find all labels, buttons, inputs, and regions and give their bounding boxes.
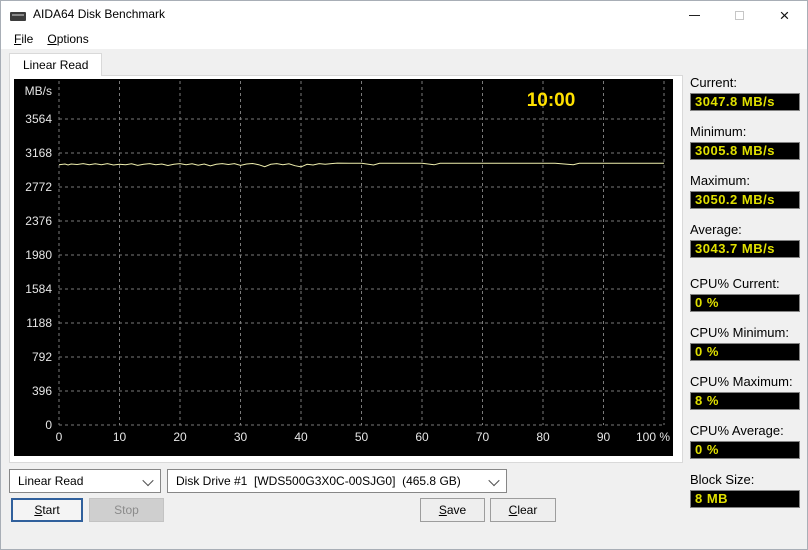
stat-value: 3047.8 MB/s xyxy=(690,93,800,111)
stat-cpu-average: CPU% Average: 0 % xyxy=(690,423,800,459)
minimize-icon xyxy=(689,14,700,16)
tab-linear-read[interactable]: Linear Read xyxy=(9,53,103,76)
stat-block-size: Block Size: 8 MB xyxy=(690,472,800,508)
svg-text:792: 792 xyxy=(32,350,52,364)
svg-text:10:00: 10:00 xyxy=(527,90,576,111)
svg-text:3168: 3168 xyxy=(25,146,52,160)
menu-options[interactable]: Options xyxy=(40,30,95,48)
stat-cpu-current: CPU% Current: 0 % xyxy=(690,276,800,312)
stat-label: CPU% Maximum: xyxy=(690,374,793,389)
svg-text:40: 40 xyxy=(294,430,308,444)
stat-cpu-minimum: CPU% Minimum: 0 % xyxy=(690,325,800,361)
stat-label: Maximum: xyxy=(690,173,750,188)
maximize-icon xyxy=(735,10,744,20)
chart-canvas: 0 10 20 30 40 50 60 70 80 90 100 % 3564 3168 2772 2376… xyxy=(25,81,670,444)
close-icon: × xyxy=(779,5,790,25)
stat-value: 0 % xyxy=(690,294,800,312)
tab-page: 0 10 20 30 40 50 60 70 80 90 100 % 3564 3168 2772 2376… xyxy=(9,75,683,463)
svg-text:60: 60 xyxy=(415,430,429,444)
save-button[interactable]: Save xyxy=(420,498,485,522)
stat-value: 3043.7 MB/s xyxy=(690,240,800,258)
svg-text:50: 50 xyxy=(355,430,369,444)
stat-label: Block Size: xyxy=(690,472,755,487)
menu-file[interactable]: File xyxy=(7,30,40,48)
svg-text:0: 0 xyxy=(56,430,63,444)
stat-label: CPU% Minimum: xyxy=(690,325,789,340)
close-button[interactable]: × xyxy=(762,1,807,29)
stat-minimum: Minimum: 3005.8 MB/s xyxy=(690,124,800,160)
svg-text:90: 90 xyxy=(597,430,611,444)
svg-text:0: 0 xyxy=(45,418,52,432)
svg-text:1188: 1188 xyxy=(26,316,52,330)
stat-label: Minimum: xyxy=(690,124,747,139)
benchmark-type-value: Linear Read xyxy=(18,474,84,488)
svg-text:1980: 1980 xyxy=(25,248,52,262)
app-window: AIDA64 Disk Benchmark × File Options Lin… xyxy=(0,0,808,550)
stat-label: Average: xyxy=(690,222,742,237)
benchmark-chart: 0 10 20 30 40 50 60 70 80 90 100 % 3564 3168 2772 2376… xyxy=(14,79,673,456)
svg-text:1584: 1584 xyxy=(25,282,52,296)
svg-text:20: 20 xyxy=(173,430,187,444)
title-bar[interactable]: AIDA64 Disk Benchmark × xyxy=(1,1,807,29)
menu-bar: File Options xyxy=(1,29,807,49)
minimize-button[interactable] xyxy=(672,1,717,29)
clear-button[interactable]: Clear xyxy=(490,498,556,522)
start-button[interactable]: Start xyxy=(11,498,83,522)
svg-text:70: 70 xyxy=(476,430,490,444)
stat-value: 3005.8 MB/s xyxy=(690,142,800,160)
svg-text:3564: 3564 xyxy=(25,112,52,126)
svg-text:80: 80 xyxy=(536,430,550,444)
stat-cpu-maximum: CPU% Maximum: 8 % xyxy=(690,374,800,410)
svg-text:MB/s: MB/s xyxy=(25,84,52,98)
stat-label: CPU% Current: xyxy=(690,276,780,291)
stop-button[interactable]: Stop xyxy=(89,498,164,522)
svg-text:2376: 2376 xyxy=(25,214,52,228)
svg-text:2772: 2772 xyxy=(25,180,52,194)
chevron-down-icon xyxy=(142,474,154,487)
maximize-button[interactable] xyxy=(717,1,762,29)
svg-text:10: 10 xyxy=(113,430,127,444)
svg-text:100 %: 100 % xyxy=(636,430,670,444)
chevron-down-icon xyxy=(488,474,500,487)
stat-value: 8 MB xyxy=(690,490,800,508)
disk-drive-select[interactable]: Disk Drive #1 [WDS500G3X0C-00SJG0] (465.… xyxy=(167,469,507,493)
stat-current: Current: 3047.8 MB/s xyxy=(690,75,800,111)
svg-text:396: 396 xyxy=(32,384,52,398)
stat-maximum: Maximum: 3050.2 MB/s xyxy=(690,173,800,209)
stat-value: 0 % xyxy=(690,343,800,361)
app-icon xyxy=(10,12,26,21)
stat-value: 0 % xyxy=(690,441,800,459)
disk-drive-value: Disk Drive #1 [WDS500G3X0C-00SJG0] (465.… xyxy=(176,474,461,488)
stat-value: 8 % xyxy=(690,392,800,410)
benchmark-type-select[interactable]: Linear Read xyxy=(9,469,161,493)
window-title: AIDA64 Disk Benchmark xyxy=(33,7,166,21)
stat-label: CPU% Average: xyxy=(690,423,784,438)
stat-label: Current: xyxy=(690,75,737,90)
svg-text:30: 30 xyxy=(234,430,248,444)
stat-average: Average: 3043.7 MB/s xyxy=(690,222,800,258)
stat-value: 3050.2 MB/s xyxy=(690,191,800,209)
